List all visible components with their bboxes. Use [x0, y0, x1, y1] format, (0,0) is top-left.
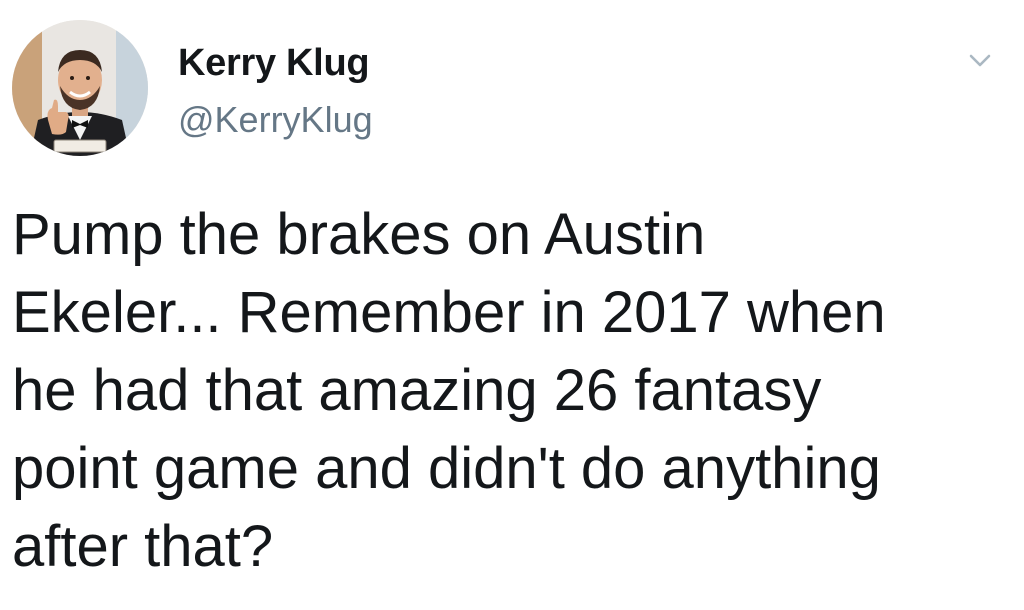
tweet-text: Pump the brakes on Austin Ekeler... Reme… [12, 196, 1012, 586]
tweet-text-line: he had that amazing 26 fantasy [12, 358, 822, 423]
tweet-menu-button[interactable] [958, 46, 1002, 76]
chevron-down-icon [969, 54, 991, 67]
avatar-image [12, 20, 148, 156]
tweet-text-line: point game and didn't do anything [12, 436, 881, 501]
tweet-text-line: Pump the brakes on Austin [12, 202, 706, 267]
tweet-text-line: after that? [12, 514, 274, 579]
author-handle[interactable]: @KerryKlug [178, 98, 373, 142]
author-display-name[interactable]: Kerry Klug [178, 40, 370, 86]
tweet-text-line: Ekeler... Remember in 2017 when [12, 280, 886, 345]
avatar[interactable] [12, 20, 148, 156]
tweet-card: Kerry Klug @KerryKlug Pump the brakes on… [0, 0, 1024, 610]
